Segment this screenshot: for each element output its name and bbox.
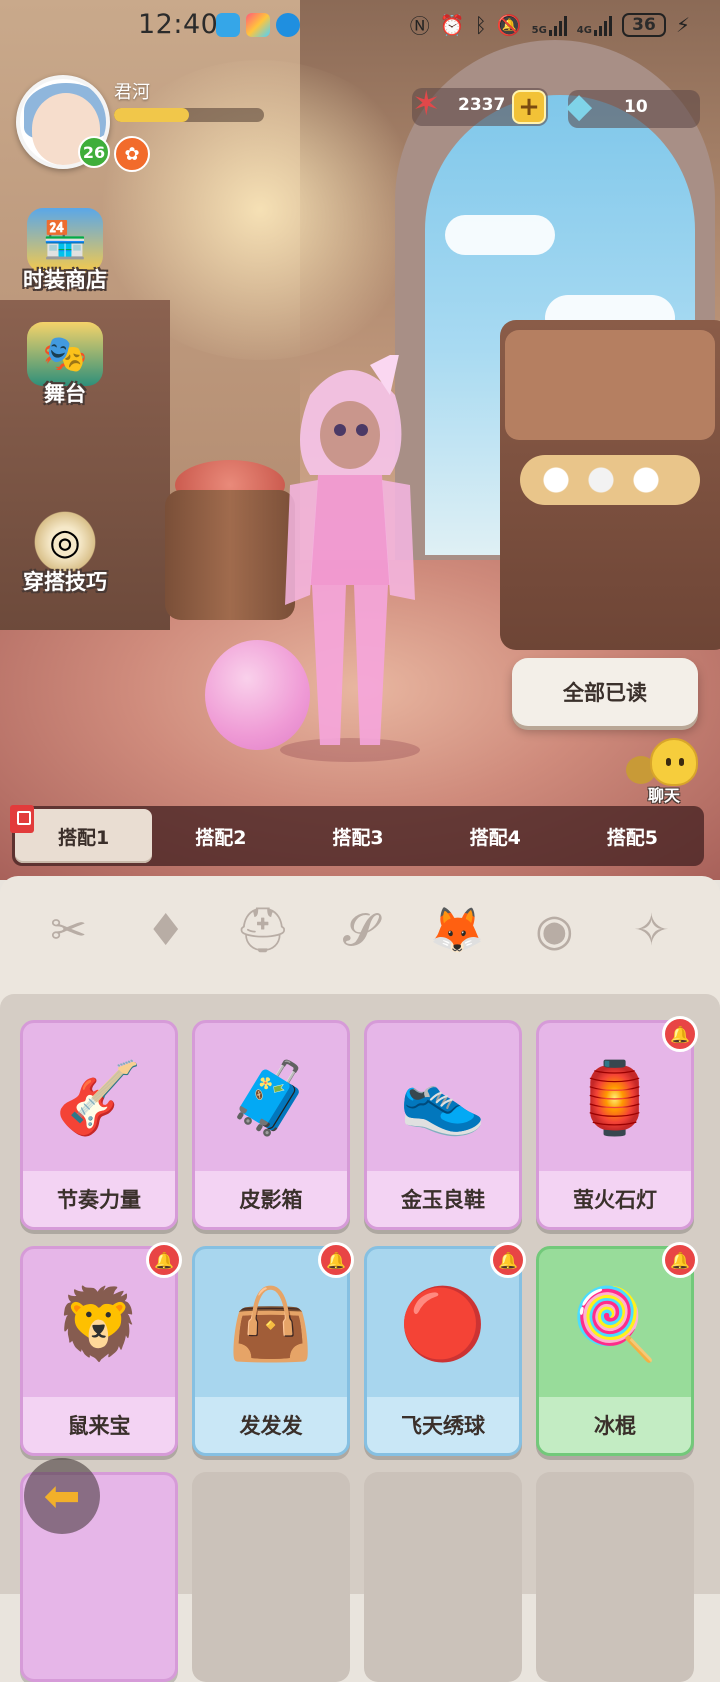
stage-icon: 🎭 [27,322,103,386]
pet-icon[interactable]: 🦊 [425,898,489,962]
face-icon[interactable]: ♦ [134,898,198,962]
empty-slot [364,1472,522,1682]
item-name: 冰棍 [539,1397,691,1453]
item-card[interactable]: 🔴 飞天绣球 [364,1246,522,1456]
nfc-icon: Ⓝ [409,14,430,38]
stage-label: 舞台 [44,382,86,406]
new-item-bell-icon: 🔔 [490,1242,526,1278]
browser-app-icon [276,13,300,37]
empty-slot [536,1472,694,1682]
battery-indicator: 36 [621,12,666,37]
empty-slot [192,1472,350,1682]
tips-icon: ◎ [27,510,103,574]
mute-icon: 🔕 [496,12,522,37]
item-name: 鼠来宝 [23,1397,175,1453]
accessory-icon[interactable]: ◉ [522,898,586,962]
category-bar: ✂ ♦ ⛑ 𝓢 🦊 ◉ ✧ [0,890,720,970]
gem-amount: 10 [624,97,648,117]
item-name: 飞天绣球 [367,1397,519,1453]
player-name: 君河 [114,82,150,103]
clock: 12:40 [138,9,219,40]
chat-label: 聊天 [647,786,680,805]
starfish-currency: ✶ 2337 + [412,84,548,126]
guitar-icon: 🎸 [55,1056,143,1139]
item-name: 节奏力量 [23,1171,175,1227]
item-card[interactable]: 🍭 冰棍 [536,1246,694,1456]
outfit-tips-button[interactable]: ◎ 穿搭技巧 [10,510,120,596]
new-item-bell-icon: 🔔 [662,1242,698,1278]
item-card[interactable]: 👟 金玉良鞋 [364,1020,522,1230]
treasure-chest-lid [505,330,715,440]
new-item-bell-icon: 🔔 [318,1242,354,1278]
new-item-bell-icon: 🔔 [146,1242,182,1278]
status-bar: 12:40 Ⓝ ⏰ ᛒ 🔕 5G 4G 36 ⚡ [0,0,720,50]
xp-bar [114,108,264,122]
item-name: 发发发 [195,1397,347,1453]
sneaker-icon: 👟 [399,1056,487,1139]
tab-outfit-4[interactable]: 搭配4 [427,809,564,863]
starfish-icon: ✶ [412,84,441,124]
alarm-icon: ⏰ [439,12,465,37]
shadow-box-icon: 🧳 [227,1056,315,1139]
signal-4g: 4G [577,14,612,36]
signal-5g: 5G [532,14,567,36]
tab-outfit-1[interactable]: 搭配1 [15,809,153,863]
shop-icon: 🏪 [27,208,103,272]
chat-app-icon [216,13,240,37]
new-item-bell-icon: 🔔 [662,1016,698,1052]
effect-icon[interactable]: ✧ [619,898,683,962]
hair-icon[interactable]: ✂ [37,898,101,962]
bluetooth-icon: ᛒ [474,12,487,37]
tab-outfit-3[interactable]: 搭配3 [289,809,426,863]
chat-button[interactable]: 聊天 [624,738,704,805]
mark-all-read-button[interactable]: 全部已读 [512,658,698,726]
item-card[interactable]: 🦁 鼠来宝 [20,1246,178,1456]
outfit-flag-icon [10,805,34,833]
outfit-tabs: 搭配1 搭配2 搭配3 搭配4 搭配5 [12,806,704,866]
item-name: 金玉良鞋 [367,1171,519,1227]
stage-button[interactable]: 🎭 舞台 [10,322,120,408]
activity-badge-icon[interactable]: ✿ [114,136,150,172]
xp-bar-fill [114,108,189,122]
back-arrow-icon[interactable]: ⬅ [24,1458,100,1534]
pearls [520,455,700,505]
gem-currency: ◆ 10 [566,86,700,128]
starfish-amount: 2337 [458,95,506,115]
item-card[interactable]: 🧳 皮影箱 [192,1020,350,1230]
chat-face-icon [650,738,698,786]
item-card[interactable]: 👜 发发发 [192,1246,350,1456]
charging-icon: ⚡ [675,12,690,37]
tab-outfit-2[interactable]: 搭配2 [152,809,289,863]
tab-outfit-5[interactable]: 搭配5 [564,809,701,863]
level-badge: 26 [78,136,110,168]
item-card[interactable]: 🏮 萤火石灯 [536,1020,694,1230]
gem-icon: ◆ [566,86,593,126]
handheld-icon[interactable]: 𝓢 [328,898,392,962]
fashion-shop-label: 时装商店 [23,268,107,292]
fashion-shop-button[interactable]: 🏪 时装商店 [10,208,120,294]
item-card[interactable]: 🎸 节奏力量 [20,1020,178,1230]
outfit-tips-label: 穿搭技巧 [23,570,107,594]
item-name: 皮影箱 [195,1171,347,1227]
store-app-icon [246,13,270,37]
hat-icon[interactable]: ⛑ [231,898,295,962]
pink-ball-prop [205,640,310,750]
add-starfish-button[interactable]: + [512,90,546,124]
item-name: 萤火石灯 [539,1171,691,1227]
